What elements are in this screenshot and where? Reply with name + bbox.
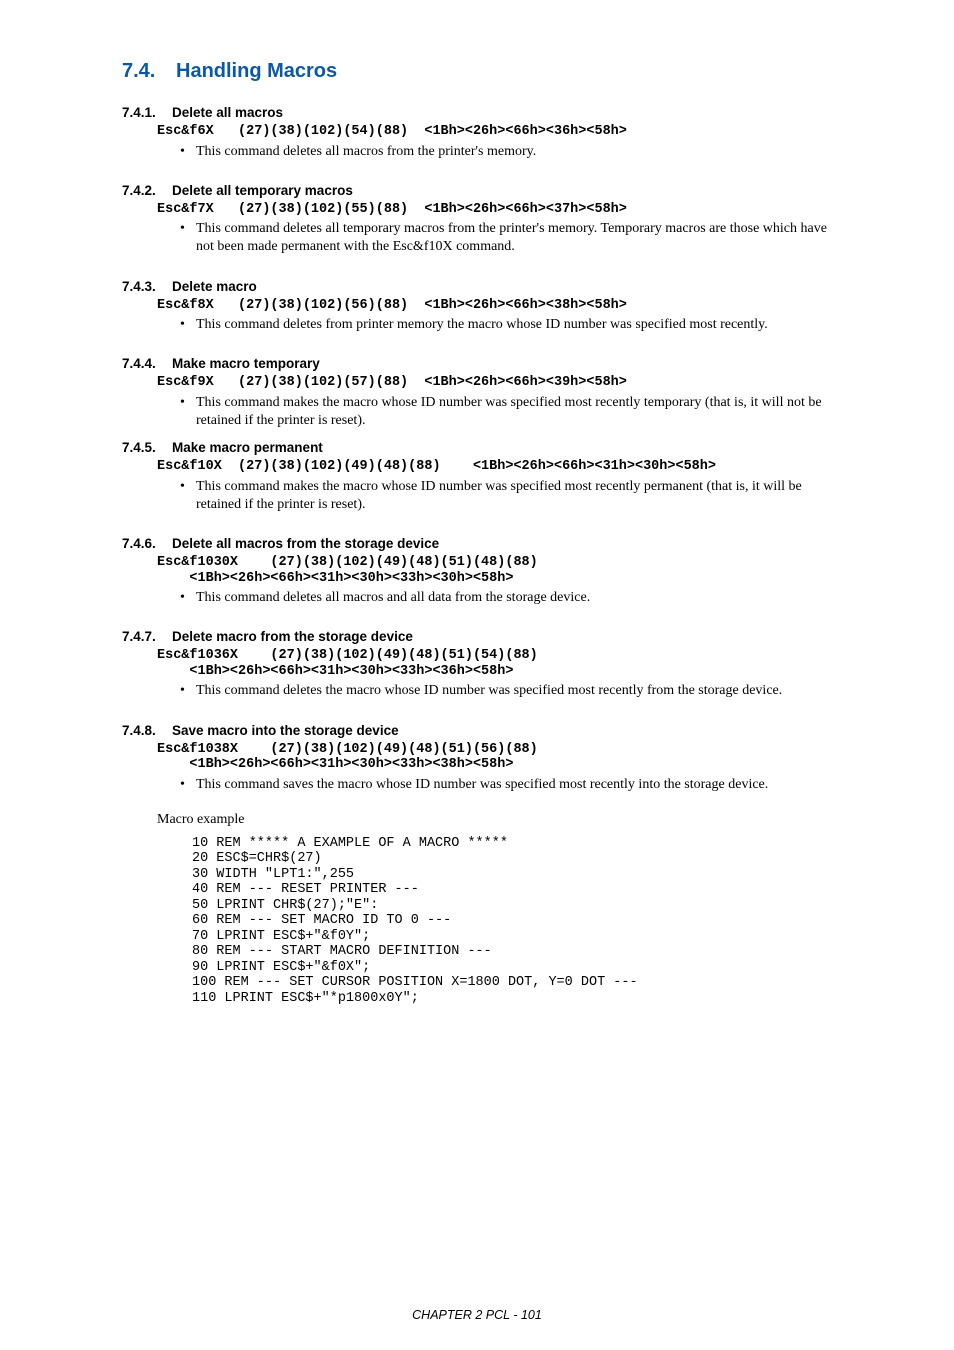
- bullet-item: This command makes the macro whose ID nu…: [180, 478, 844, 514]
- subsection-heading: 7.4.1.Delete all macros: [122, 105, 844, 120]
- command-code: Esc&f1030X (27)(38)(102)(49)(48)(51)(48)…: [157, 555, 844, 586]
- section-7-4-2: 7.4.2.Delete all temporary macros Esc&f7…: [122, 183, 844, 257]
- bullet-item: This command deletes all macros and all …: [180, 589, 844, 607]
- subsection-number: 7.4.8.: [122, 723, 172, 738]
- section-7-4-6: 7.4.6.Delete all macros from the storage…: [122, 536, 844, 607]
- bullet-list: This command deletes from printer memory…: [122, 316, 844, 334]
- section-7-4-8: 7.4.8.Save macro into the storage device…: [122, 723, 844, 794]
- command-code: Esc&f7X (27)(38)(102)(55)(88) <1Bh><26h>…: [157, 202, 844, 218]
- subsection-heading: 7.4.7.Delete macro from the storage devi…: [122, 629, 844, 644]
- section-7-4-3: 7.4.3.Delete macro Esc&f8X (27)(38)(102)…: [122, 279, 844, 335]
- bullet-item: This command deletes from printer memory…: [180, 316, 844, 334]
- section-title: 7.4.Handling Macros: [122, 60, 844, 83]
- bullet-item: This command deletes all temporary macro…: [180, 220, 844, 256]
- subsection-heading: 7.4.6.Delete all macros from the storage…: [122, 536, 844, 551]
- bullet-list: This command deletes all temporary macro…: [122, 220, 844, 256]
- section-7-4-7: 7.4.7.Delete macro from the storage devi…: [122, 629, 844, 700]
- subsection-title: Save macro into the storage device: [172, 723, 399, 738]
- subsection-title: Make macro temporary: [172, 356, 320, 371]
- example-label: Macro example: [157, 812, 844, 828]
- subsection-number: 7.4.1.: [122, 105, 172, 120]
- subsection-number: 7.4.4.: [122, 356, 172, 371]
- subsection-heading: 7.4.5.Make macro permanent: [122, 440, 844, 455]
- subsection-title: Delete macro from the storage device: [172, 629, 413, 644]
- page-footer: CHAPTER 2 PCL - 101: [0, 1308, 954, 1322]
- command-code: Esc&f1038X (27)(38)(102)(49)(48)(51)(56)…: [157, 742, 844, 773]
- subsection-number: 7.4.5.: [122, 440, 172, 455]
- bullet-item: This command saves the macro whose ID nu…: [180, 776, 844, 794]
- bullet-list: This command makes the macro whose ID nu…: [122, 478, 844, 514]
- command-code: Esc&f10X (27)(38)(102)(49)(48)(88) <1Bh>…: [157, 459, 844, 475]
- command-code: Esc&f1036X (27)(38)(102)(49)(48)(51)(54)…: [157, 648, 844, 679]
- bullet-item: This command makes the macro whose ID nu…: [180, 394, 844, 430]
- bullet-item: This command deletes the macro whose ID …: [180, 682, 844, 700]
- subsection-title: Delete all temporary macros: [172, 183, 353, 198]
- subsection-number: 7.4.6.: [122, 536, 172, 551]
- bullet-list: This command deletes all macros from the…: [122, 143, 844, 161]
- section-heading-text: Handling Macros: [176, 60, 337, 82]
- subsection-title: Delete all macros: [172, 105, 283, 120]
- page: 7.4.Handling Macros 7.4.1.Delete all mac…: [0, 0, 954, 1350]
- subsection-title: Delete macro: [172, 279, 257, 294]
- command-code: Esc&f9X (27)(38)(102)(57)(88) <1Bh><26h>…: [157, 375, 844, 391]
- bullet-list: This command saves the macro whose ID nu…: [122, 776, 844, 794]
- command-code: Esc&f6X (27)(38)(102)(54)(88) <1Bh><26h>…: [157, 124, 844, 140]
- bullet-list: This command deletes the macro whose ID …: [122, 682, 844, 700]
- section-7-4-1: 7.4.1.Delete all macros Esc&f6X (27)(38)…: [122, 105, 844, 161]
- subsection-title: Make macro permanent: [172, 440, 323, 455]
- section-7-4-5: 7.4.5.Make macro permanent Esc&f10X (27)…: [122, 440, 844, 514]
- command-code: Esc&f8X (27)(38)(102)(56)(88) <1Bh><26h>…: [157, 298, 844, 314]
- bullet-list: This command makes the macro whose ID nu…: [122, 394, 844, 430]
- section-7-4-4: 7.4.4.Make macro temporary Esc&f9X (27)(…: [122, 356, 844, 430]
- subsection-number: 7.4.7.: [122, 629, 172, 644]
- subsection-title: Delete all macros from the storage devic…: [172, 536, 439, 551]
- subsection-heading: 7.4.3.Delete macro: [122, 279, 844, 294]
- subsection-heading: 7.4.2.Delete all temporary macros: [122, 183, 844, 198]
- example-code: 10 REM ***** A EXAMPLE OF A MACRO ***** …: [192, 836, 844, 1007]
- section-number: 7.4.: [122, 60, 176, 83]
- subsection-heading: 7.4.4.Make macro temporary: [122, 356, 844, 371]
- bullet-item: This command deletes all macros from the…: [180, 143, 844, 161]
- bullet-list: This command deletes all macros and all …: [122, 589, 844, 607]
- subsection-number: 7.4.2.: [122, 183, 172, 198]
- subsection-heading: 7.4.8.Save macro into the storage device: [122, 723, 844, 738]
- subsection-number: 7.4.3.: [122, 279, 172, 294]
